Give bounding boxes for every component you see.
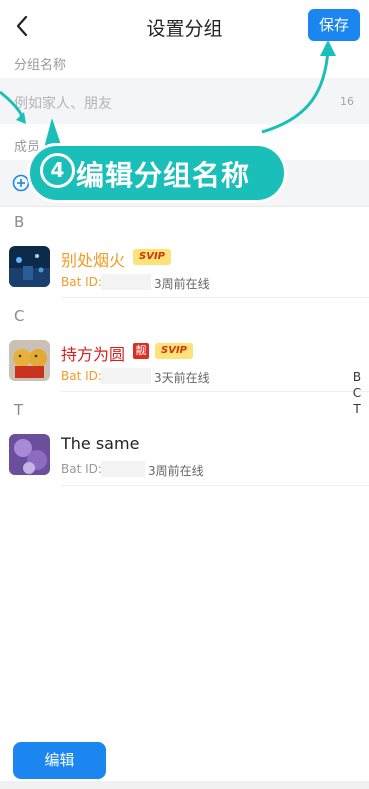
liang-badge: 靓	[133, 343, 149, 359]
svip-badge: SVIP	[155, 343, 193, 359]
avatar[interactable]	[9, 340, 50, 381]
svip-badge: SVIP	[133, 249, 171, 265]
contact-name: 持方为圆	[61, 345, 126, 364]
group-name-char-limit: 16	[340, 95, 354, 108]
save-button[interactable]: 保存	[308, 9, 360, 41]
contact-name: The same	[61, 434, 140, 453]
bat-id-label: Bat ID:	[61, 275, 102, 289]
tutorial-text: 编辑分组名称	[76, 159, 251, 192]
group-name-placeholder[interactable]: 例如家人、朋友	[14, 93, 112, 113]
divider	[61, 391, 369, 392]
bat-id-label: Bat ID:	[61, 369, 102, 383]
online-status: 3周前在线	[148, 464, 204, 478]
index-letter-t[interactable]: T	[352, 402, 362, 416]
group-name-label: 分组名称	[14, 58, 67, 73]
section-letter-b: B	[14, 213, 25, 231]
index-letter-c[interactable]: C	[352, 386, 362, 400]
edit-button[interactable]: 编辑	[13, 742, 106, 779]
avatar[interactable]	[9, 246, 50, 287]
bat-id-value-hidden	[101, 461, 145, 477]
avatar[interactable]	[9, 434, 50, 475]
contact-name: 别处烟火	[61, 251, 126, 270]
divider	[61, 485, 369, 486]
index-letter-b[interactable]: B	[352, 370, 362, 384]
section-letter-c: C	[14, 307, 25, 325]
divider	[61, 297, 369, 298]
bat-id-value-hidden	[101, 368, 151, 384]
tutorial-step-number: 4	[40, 153, 75, 188]
section-letter-t: T	[14, 401, 24, 419]
bat-id-value-hidden	[101, 274, 151, 290]
online-status: 3天前在线	[154, 371, 210, 385]
bottom-bar	[0, 781, 369, 789]
online-status: 3周前在线	[154, 277, 210, 291]
bat-id-label: Bat ID:	[61, 462, 102, 476]
